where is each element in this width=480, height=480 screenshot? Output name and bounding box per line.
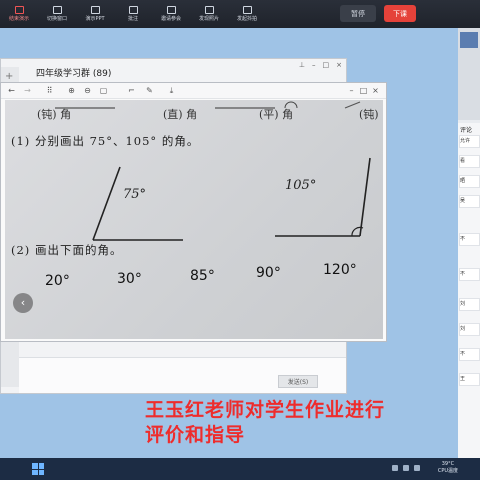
angle-value: 120°: [323, 262, 357, 278]
toolbar-item-annotate[interactable]: 批注: [114, 0, 152, 28]
volume-icon[interactable]: [403, 465, 409, 471]
toolbar-item-photo[interactable]: 发现照片: [190, 0, 228, 28]
zoom-out-icon[interactable]: ⊖: [83, 86, 92, 95]
comment-row: 晒: [459, 175, 480, 188]
chat-title: 四年级学习群 (89): [36, 69, 112, 79]
cpu-temp-value: 39°C: [441, 461, 455, 467]
zoom-in-icon[interactable]: ⊕: [67, 86, 76, 95]
question-1: (1) 分别画出 75°、105° 的角。: [11, 134, 200, 148]
cpu-temp-label: CPU温度: [437, 468, 458, 474]
comment-row: 不: [459, 348, 480, 361]
end-class-button[interactable]: 下课: [384, 5, 416, 22]
comment-title: 评论: [460, 127, 473, 134]
comment-row: 刘: [459, 298, 480, 311]
comment-row: 不: [459, 233, 480, 246]
minimize-icon[interactable]: –: [312, 61, 316, 69]
forward-arrow-icon[interactable]: →: [23, 86, 32, 95]
toolbar-item-invite[interactable]: 邀请参会: [152, 0, 190, 28]
comment-row: 看: [459, 155, 480, 168]
network-icon[interactable]: [392, 465, 398, 471]
handwritten-105: 105°: [285, 178, 317, 193]
caption-line-2: 评价和指导: [145, 424, 246, 446]
comment-row: 允许: [459, 135, 480, 148]
side-panel: 评论 允许 看 晒 吴 不 不 刘 刘 不 王: [458, 28, 480, 458]
camera-thumbnail: [460, 32, 478, 48]
invite-icon: [166, 6, 176, 14]
ppt-icon: [90, 6, 100, 14]
worksheet-label: (直) 角: [163, 108, 198, 121]
tray-icons: [392, 465, 420, 471]
video-tile[interactable]: [458, 28, 480, 120]
pin-icon[interactable]: ⊥: [299, 61, 305, 69]
toolbar-item-switch-window[interactable]: 切换窗口: [38, 0, 76, 28]
temperature-readout: 39°C CPU温度: [438, 461, 458, 475]
worksheet-label: (钝): [359, 108, 379, 121]
caption-line-1: 王玉红老师对学生作业进行: [145, 399, 386, 421]
angle-value: 20°: [45, 273, 70, 289]
worksheet-label: (钝) 角: [37, 108, 72, 121]
toolbar-item-end-present[interactable]: 结束演示: [0, 0, 38, 28]
meeting-toolbar: 结束演示 切换窗口 演示PPT 批注 邀请参会 发现照片 发起抖拍 暂停 下课: [0, 0, 480, 28]
pause-button[interactable]: 暂停: [340, 5, 376, 22]
grid-icon[interactable]: ⠿: [45, 86, 54, 95]
pen-icon: [128, 6, 138, 14]
battery-icon[interactable]: [414, 465, 420, 471]
chevron-left-icon[interactable]: ‹: [13, 293, 33, 313]
comment-row: 吴: [459, 195, 480, 208]
sparkle-icon: [242, 6, 252, 14]
worksheet-label: (平) 角: [259, 108, 294, 121]
crop-icon[interactable]: ⌐: [127, 86, 136, 95]
close-icon[interactable]: ×: [336, 61, 342, 69]
toolbar-item-present-ppt[interactable]: 演示PPT: [76, 0, 114, 28]
angle-value: 90°: [256, 265, 281, 281]
viewer-toolbar: ← → ⠿ ⊕ ⊖ ▢ ⌐ ✎ ⤓ – □ ×: [1, 83, 386, 99]
taskbar: 39°C CPU温度: [0, 458, 480, 480]
close-icon[interactable]: ×: [371, 86, 380, 95]
comment-row: 刘: [459, 323, 480, 336]
windows-start-icon[interactable]: [32, 463, 44, 475]
edit-icon[interactable]: ✎: [145, 86, 154, 95]
toolbar-item-shoot[interactable]: 发起抖拍: [228, 0, 266, 28]
photo-icon: [204, 6, 214, 14]
maximize-icon[interactable]: □: [323, 61, 330, 69]
stop-share-icon: [14, 6, 24, 14]
add-icon[interactable]: +: [5, 71, 13, 82]
image-viewer: ← → ⠿ ⊕ ⊖ ▢ ⌐ ✎ ⤓ – □ × (钝) 角 (直) 角 (平) …: [0, 82, 387, 342]
window-controls: ⊥ – □ ×: [299, 61, 342, 69]
maximize-icon[interactable]: □: [359, 86, 368, 95]
send-button[interactable]: 发送(S): [278, 375, 318, 388]
minimize-icon[interactable]: –: [347, 86, 356, 95]
comment-row: 不: [459, 268, 480, 281]
back-arrow-icon[interactable]: ←: [7, 86, 16, 95]
fit-icon[interactable]: ▢: [99, 86, 108, 95]
angle-value: 85°: [190, 268, 215, 284]
handwritten-75: 75°: [123, 187, 147, 202]
question-2: (2) 画出下面的角。: [11, 243, 123, 257]
download-icon[interactable]: ⤓: [167, 86, 176, 95]
caption: 王玉红老师对学生作业进行 评价和指导: [145, 398, 480, 448]
homework-photo: (钝) 角 (直) 角 (平) 角 (钝) (1) 分别画出 75°、105° …: [5, 100, 383, 339]
window-icon: [52, 6, 62, 14]
comment-row: 王: [459, 373, 480, 386]
angle-value: 30°: [117, 271, 142, 287]
